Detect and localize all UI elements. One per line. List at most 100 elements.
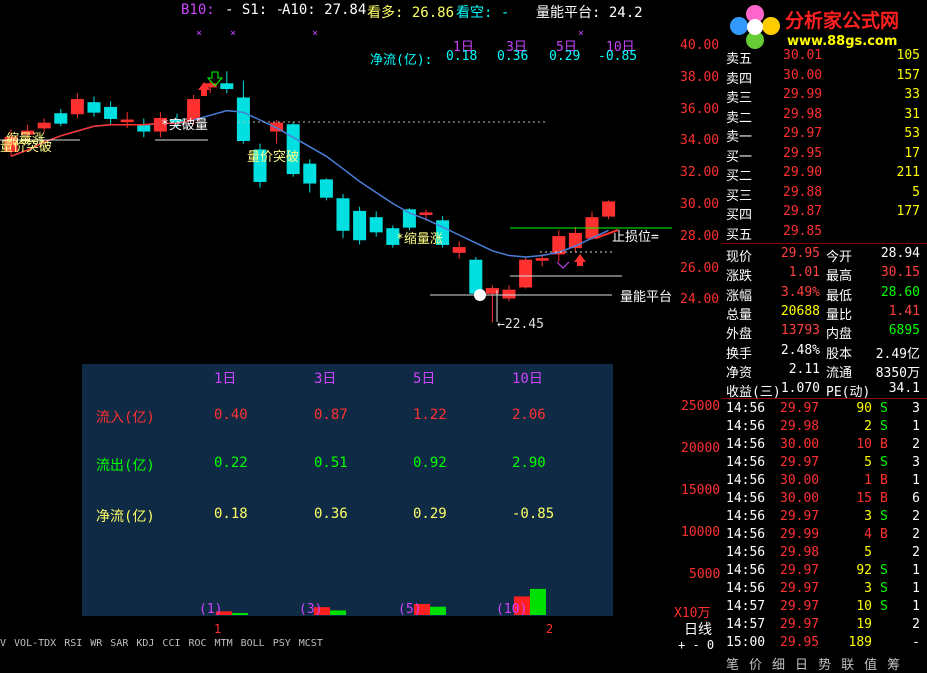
zoom-controls[interactable]: + - 0: [678, 638, 714, 652]
tick-price: 29.99: [780, 527, 820, 542]
candle: [452, 241, 466, 259]
candle: [568, 227, 582, 253]
quote-field-value: 28.94: [880, 246, 920, 261]
tick-price: 29.98: [780, 419, 820, 434]
flow-out-bar: [430, 606, 446, 615]
order-book-price[interactable]: 29.87: [783, 204, 822, 219]
tick-side: B: [880, 491, 888, 506]
order-book-level-label: 卖四: [726, 71, 753, 87]
order-book-level-label: 买二: [726, 169, 753, 184]
order-book-price[interactable]: 29.90: [783, 165, 822, 180]
tick-side: B: [880, 437, 888, 452]
candle: [502, 285, 516, 302]
flow-bar-label-3: (3): [299, 602, 323, 617]
tick-time: 14:56: [726, 437, 766, 452]
tick-side: S: [880, 563, 888, 578]
indicator-tab[interactable]: BOLL: [241, 638, 265, 649]
price-axis-tick: 32.00: [680, 165, 720, 181]
price-axis-tick: 30.00: [680, 197, 720, 212]
tick-count: 3: [912, 401, 920, 416]
marker-x: ×: [312, 28, 319, 39]
indicator-tab[interactable]: SAR: [110, 638, 128, 649]
tick-price: 30.00: [780, 437, 820, 452]
right-tab[interactable]: 筹: [887, 658, 900, 673]
candle-body: [419, 212, 433, 216]
quote-field-value: 1.01: [788, 265, 820, 281]
candle: [70, 93, 84, 119]
indicator-tab[interactable]: ROC: [188, 638, 206, 649]
period-selector[interactable]: 日线: [684, 619, 712, 639]
tick-count: 6: [912, 491, 920, 506]
candle-body: [236, 97, 250, 141]
indicator-tab[interactable]: RSI: [64, 638, 82, 649]
quote-field-value: 8350万: [875, 365, 920, 381]
tick-price: 29.97: [780, 563, 820, 578]
tick-time: 14:56: [726, 473, 766, 488]
annotation-shrink: 缩量涨: [6, 132, 46, 147]
candle: [220, 71, 234, 94]
order-book-price[interactable]: 29.99: [783, 87, 822, 102]
order-book-divider: [722, 243, 927, 244]
candle-body: [104, 106, 118, 119]
order-book-level-label: 卖一: [726, 130, 753, 145]
candle-body: [319, 179, 333, 198]
quote-field-value: 29.95: [780, 246, 820, 261]
indicator-tab[interactable]: V: [0, 638, 6, 649]
order-book-price[interactable]: 29.95: [783, 146, 822, 161]
order-book-price[interactable]: 30.01: [783, 48, 822, 63]
indicator-tab[interactable]: MCST: [299, 638, 323, 649]
indicator-tab[interactable]: CCI: [162, 638, 180, 649]
tick-volume: 1: [864, 473, 872, 488]
right-tab[interactable]: 联: [841, 658, 854, 673]
price-axis-tick: 40.00: [680, 38, 720, 53]
right-tab[interactable]: 值: [864, 658, 877, 673]
b10-label: B10:: [181, 2, 215, 18]
tick-time: 14:56: [726, 419, 766, 434]
tick-side: S: [880, 401, 888, 416]
tick-time: 14:56: [726, 491, 766, 506]
candle-body: [120, 119, 134, 123]
tick-time: 15:00: [726, 635, 766, 650]
order-book-price[interactable]: 30.00: [783, 68, 822, 83]
candle-body: [336, 198, 350, 231]
tick-price: 29.97: [780, 401, 820, 416]
right-tab[interactable]: 价: [749, 658, 762, 673]
tick-time: 14:57: [726, 599, 766, 614]
indicator-tab[interactable]: MTM: [215, 638, 233, 649]
tick-count: 3: [912, 455, 920, 470]
indicator-tab[interactable]: VOL-TDX: [14, 638, 56, 649]
right-tab[interactable]: 势: [818, 658, 831, 673]
right-tab[interactable]: 笔: [726, 658, 739, 673]
quote-field-label: 涨跌: [726, 269, 753, 285]
order-book-level-label: 买三: [726, 188, 753, 204]
indicator-tab[interactable]: WR: [90, 638, 102, 649]
quote-field-label: 最高: [826, 269, 853, 285]
candle: [552, 230, 566, 262]
quote-field-label: 今开: [826, 250, 853, 265]
flow-out-bar: [530, 588, 546, 615]
order-book-level-label: 买五: [726, 227, 753, 243]
bottom-marker-2: 2: [546, 622, 554, 636]
bottom-marker-1: 1: [214, 622, 222, 636]
tick-price: 29.97: [780, 455, 820, 470]
candle: [336, 194, 350, 239]
quote-field-value: 1.070: [780, 381, 820, 397]
tick-count: 1: [912, 419, 920, 434]
candle: [104, 101, 118, 125]
buy-arrow-icon-3: [556, 261, 570, 269]
tick-count: 1: [912, 599, 920, 614]
order-book-price[interactable]: 29.85: [783, 224, 822, 239]
tick-side: S: [880, 419, 888, 434]
indicator-tab[interactable]: KDJ: [136, 638, 154, 649]
indicator-tab[interactable]: PSY: [273, 638, 291, 649]
annotation-platform: 量能平台: [620, 290, 673, 305]
order-book-price[interactable]: 29.88: [783, 185, 822, 200]
right-tab[interactable]: 细: [772, 658, 785, 673]
order-book-price[interactable]: 29.97: [783, 126, 822, 141]
tick-price: 29.97: [780, 581, 820, 596]
candle: [519, 257, 533, 289]
right-tab[interactable]: 日: [795, 658, 808, 673]
volume-axis-tick: 5000: [689, 567, 721, 582]
tick-volume: 5: [864, 455, 872, 470]
order-book-price[interactable]: 29.98: [783, 107, 822, 122]
